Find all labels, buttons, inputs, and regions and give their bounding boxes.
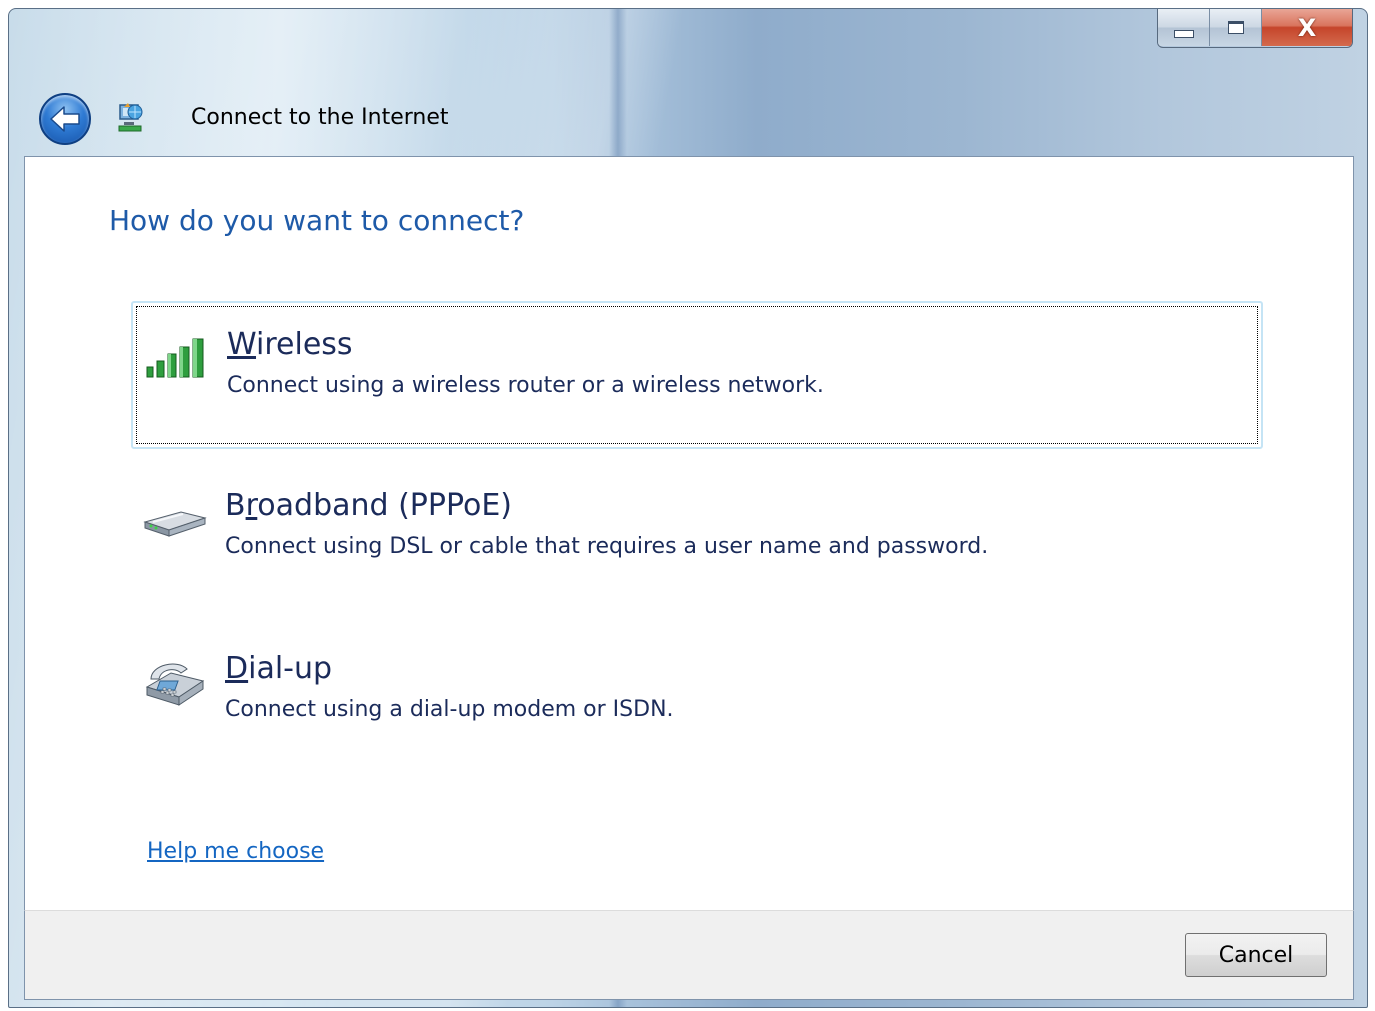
option-desc-wireless: Connect using a wireless router or a wir…: [227, 373, 824, 398]
accesskey-w: W: [227, 327, 257, 362]
title-rest: oadband (PPPoE): [257, 488, 513, 523]
minimize-button[interactable]: [1158, 9, 1210, 46]
back-arrow-icon: [50, 106, 80, 132]
option-desc-dialup: Connect using a dial-up modem or ISDN.: [225, 697, 674, 722]
option-dialup[interactable]: Dial-up Connect using a dial-up modem or…: [131, 627, 1263, 775]
window-title: Connect to the Internet: [191, 105, 449, 130]
content-panel: How do you want to connect? Wireless Con…: [24, 156, 1354, 911]
title-rest: ial-up: [248, 651, 333, 686]
title-rest: ireless: [256, 327, 353, 362]
help-me-choose-link[interactable]: Help me choose: [147, 839, 324, 864]
footer-bar: Cancel: [24, 910, 1354, 1000]
cancel-button[interactable]: Cancel: [1185, 933, 1327, 977]
page-heading: How do you want to connect?: [109, 204, 525, 237]
back-button[interactable]: [39, 93, 91, 145]
option-title-wireless: Wireless: [227, 327, 353, 362]
maximize-icon: [1227, 21, 1244, 34]
option-broadband[interactable]: Broadband (PPPoE) Connect using DSL or c…: [131, 464, 1263, 612]
option-title-dialup: Dial-up: [225, 651, 332, 686]
network-connection-icon: [118, 103, 143, 132]
option-title-broadband: Broadband (PPPoE): [225, 488, 512, 523]
minimize-icon: [1173, 29, 1194, 38]
title-prefix: B: [225, 488, 246, 523]
close-button[interactable]: X: [1262, 9, 1352, 46]
accesskey-r: r: [245, 488, 258, 523]
option-wireless[interactable]: Wireless Connect using a wireless router…: [131, 301, 1263, 449]
dialup-phone-icon: [145, 663, 205, 706]
accesskey-d: D: [225, 651, 249, 686]
wizard-window: X Connect to the Internet How do you wan…: [0, 0, 1375, 1011]
maximize-button[interactable]: [1210, 9, 1262, 46]
close-icon: X: [1297, 13, 1317, 42]
caption-buttons: X: [1157, 9, 1353, 48]
option-desc-broadband: Connect using DSL or cable that requires…: [225, 534, 989, 559]
broadband-modem-icon: [143, 511, 207, 537]
wireless-signal-icon: [146, 338, 204, 378]
